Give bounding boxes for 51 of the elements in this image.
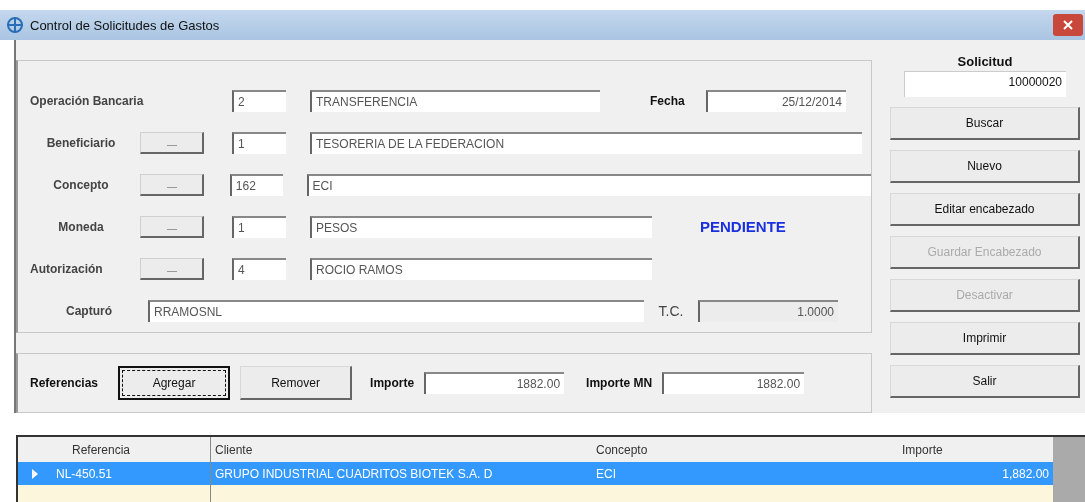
table-cell-text: ECI [595,465,617,483]
column-header[interactable]: Concepto [592,437,898,462]
field-label: Autorización [30,261,104,276]
description-field[interactable]: ECI [306,173,871,196]
code-field[interactable]: 2 [232,89,286,112]
column-header[interactable]: Referencia [52,437,210,462]
date-field[interactable]: 25/12/2014 [706,89,846,112]
lookup-button[interactable] [140,131,204,154]
action-button[interactable]: Nuevo [890,150,1080,183]
description-field[interactable]: ROCIO RAMOS [310,257,652,280]
action-button[interactable]: Imprimir [890,322,1080,355]
exchange-rate-field: 1.0000 [698,299,838,322]
description-field[interactable]: TESORERIA DE LA FEDERACION [310,131,862,154]
code-field[interactable]: 4 [232,257,286,280]
action-button[interactable]: Buscar [890,107,1080,140]
field-label: Operación Bancaria [30,93,145,108]
table-cell-text: NL-450.51 [55,465,114,483]
amount-mn-label: Importe MN [586,376,653,390]
table-cell-text: 1,882.00 [1001,465,1050,483]
lookup-button[interactable] [140,215,204,238]
field-label: Concepto [52,177,110,192]
request-label: Solicitud [957,54,1013,69]
references-label: Referencias [30,376,99,390]
code-field[interactable]: 162 [229,173,283,196]
date-label: Fecha [650,93,686,108]
field-label: Capturó [65,303,113,318]
action-button[interactable]: Salir [890,365,1080,398]
close-button[interactable] [1053,14,1083,36]
status-text: PENDIENTE [700,218,786,235]
reference-button[interactable]: Agregar [118,366,231,400]
amount-label: Importe [370,376,415,390]
amount-field[interactable]: 1882.00 [424,372,565,394]
column-header[interactable]: Importe [898,437,1053,462]
action-button[interactable]: Editar encabezado [890,193,1080,226]
description-field[interactable]: TRANSFERENCIA [310,89,600,112]
captured-by-field[interactable]: RRAMOSNL [148,299,644,322]
reference-button[interactable]: Remover [240,366,353,400]
row-pointer-icon [32,468,38,479]
field-label: Beneficiario [45,135,117,150]
exchange-rate-label: T.C. [657,302,685,319]
close-icon [1063,20,1073,30]
code-field[interactable]: 1 [232,215,286,238]
crosshair-icon [6,16,24,34]
amount-mn-field[interactable]: 1882.00 [662,372,805,394]
field-label: Moneda [57,219,105,234]
lookup-button[interactable] [140,257,204,280]
request-number-field[interactable]: 10000020 [904,71,1066,97]
description-field[interactable]: PESOS [310,215,652,238]
code-field[interactable]: 1 [232,131,286,154]
lookup-button[interactable] [140,173,204,196]
window-title: Control de Solicitudes de Gastos [30,17,221,33]
